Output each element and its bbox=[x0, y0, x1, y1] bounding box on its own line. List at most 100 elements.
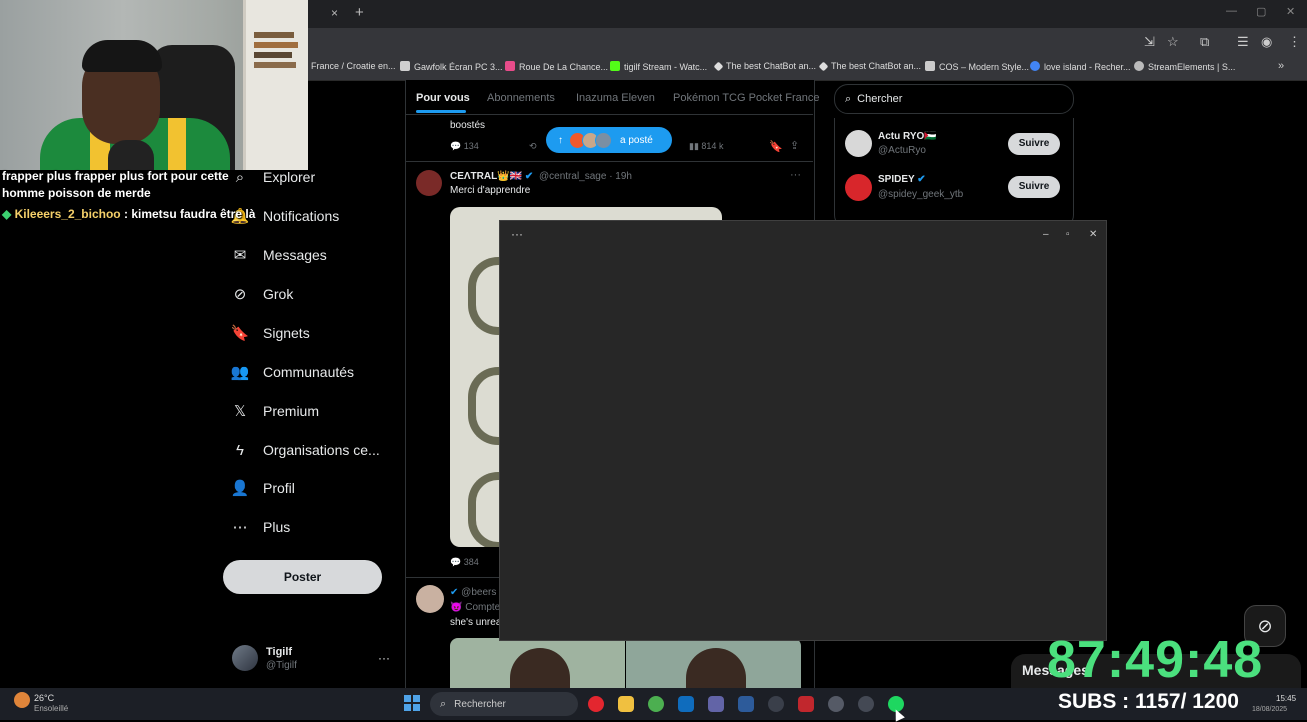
new-tab-button[interactable]: + bbox=[355, 4, 364, 21]
reply-count: 134 bbox=[463, 141, 479, 151]
x-logo-icon: 𝕏 bbox=[233, 403, 247, 420]
close-tab-icon[interactable]: × bbox=[331, 6, 338, 20]
install-app-icon[interactable]: ⇲ bbox=[1144, 34, 1155, 50]
nav-item-organisations[interactable]: ϟ Organisations ce... bbox=[230, 438, 380, 462]
suggestion-name[interactable]: SPIDEY ✔ bbox=[878, 174, 926, 185]
more-circle-icon: ⋯ bbox=[232, 519, 248, 536]
bookmark-favicon-icon bbox=[818, 61, 829, 72]
bookmark-item[interactable]: StreamElements | S... bbox=[1134, 61, 1235, 72]
post-image[interactable] bbox=[450, 638, 625, 688]
sun-icon[interactable] bbox=[14, 692, 30, 708]
file-explorer-icon[interactable] bbox=[618, 696, 634, 712]
profile-name[interactable]: Tigilf bbox=[266, 646, 292, 658]
share-icon[interactable]: ⇪ bbox=[790, 139, 799, 152]
nav-item-grok[interactable]: ⊘ Grok bbox=[230, 282, 294, 306]
chat-message: ◆ Kileeers_2_bichoo : kimetsu faudra êtr… bbox=[2, 206, 255, 223]
popup-close-icon[interactable]: ✕ bbox=[1089, 229, 1097, 240]
post-image[interactable] bbox=[626, 638, 801, 688]
bookmark-favicon-icon bbox=[400, 61, 410, 71]
opera-icon[interactable] bbox=[588, 696, 604, 712]
app-icon[interactable] bbox=[738, 696, 754, 712]
bookmark-item[interactable]: COS – Modern Style... bbox=[925, 61, 1029, 72]
profile-handle: @Tigilf bbox=[266, 660, 297, 671]
nav-item-signets[interactable]: 🔖 Signets bbox=[230, 321, 310, 345]
arrow-up-icon: ↑ bbox=[558, 134, 563, 146]
nav-item-premium[interactable]: 𝕏 Premium bbox=[230, 399, 319, 423]
tab-pour-vous[interactable]: Pour vous bbox=[416, 92, 470, 104]
star-bookmark-icon[interactable]: ☆ bbox=[1167, 34, 1179, 50]
minimize-window-icon[interactable]: — bbox=[1226, 5, 1237, 17]
avatar[interactable] bbox=[416, 585, 444, 613]
maximize-window-icon[interactable]: ▢ bbox=[1256, 5, 1266, 18]
bookmark-item[interactable]: Roue De La Chance... bbox=[505, 61, 608, 72]
media-player-icon[interactable] bbox=[858, 696, 874, 712]
avatar[interactable] bbox=[845, 174, 872, 201]
post-author-handle[interactable]: ✔ @beers bbox=[450, 587, 496, 598]
tab-pokemon-tcg[interactable]: Pokémon TCG Pocket France bbox=[673, 92, 820, 104]
suggestion-name[interactable]: Actu RYO🇵🇸 bbox=[878, 131, 937, 142]
taskbar-search-placeholder: Rechercher bbox=[454, 698, 506, 710]
post-more-icon[interactable]: ··· bbox=[790, 169, 801, 181]
bookmark-item[interactable]: The best ChatBot an... bbox=[713, 61, 816, 72]
bookmark-item[interactable]: Gawfolk Écran PC 3... bbox=[400, 61, 503, 72]
bookmark-icon[interactable]: 🔖 bbox=[769, 140, 783, 153]
close-window-icon[interactable]: ✕ bbox=[1286, 5, 1295, 18]
follow-button[interactable]: Suivre bbox=[1008, 176, 1060, 198]
bookmarks-overflow-icon[interactable]: » bbox=[1278, 60, 1284, 72]
app-icon[interactable] bbox=[768, 696, 784, 712]
browser-menu-icon[interactable]: ⋮ bbox=[1288, 34, 1301, 50]
post-text: boostés bbox=[450, 120, 486, 131]
bookmark-item[interactable]: tigilf Stream - Watc... bbox=[610, 61, 707, 72]
post-author-handle[interactable]: @central_sage · 19h bbox=[539, 171, 632, 182]
views-icon: ▮▮ bbox=[689, 141, 699, 151]
taskbar-search[interactable]: ⌕ Rechercher bbox=[430, 692, 578, 716]
nav-item-communautes[interactable]: 👥 Communautés bbox=[230, 360, 354, 384]
nav-item-plus[interactable]: ⋯ Plus bbox=[230, 515, 291, 539]
subs-goal: SUBS : 1157/ 1200 bbox=[1058, 690, 1239, 713]
weather-description[interactable]: Ensoleillé bbox=[34, 704, 68, 713]
nav-item-profil[interactable]: 👤 Profil bbox=[230, 476, 295, 500]
tab-inazuma-eleven[interactable]: Inazuma Eleven bbox=[576, 92, 655, 104]
post-author-name[interactable]: CEΛTRAL👑🇬🇧 ✔ bbox=[450, 171, 533, 182]
bookmark-icon: 🔖 bbox=[230, 325, 250, 342]
post-button[interactable]: Poster bbox=[223, 560, 382, 594]
avatar[interactable] bbox=[416, 170, 442, 196]
chrome-icon[interactable] bbox=[648, 696, 664, 712]
bookmark-favicon-icon bbox=[1134, 61, 1144, 71]
kick-favicon-icon bbox=[610, 61, 620, 71]
outlook-icon[interactable] bbox=[678, 696, 694, 712]
avatar[interactable] bbox=[232, 645, 258, 671]
popup-minimize-icon[interactable]: – bbox=[1043, 229, 1049, 240]
reply-button[interactable]: 💬 384 bbox=[450, 557, 479, 568]
clock-time[interactable]: 15:45 bbox=[1276, 694, 1296, 703]
teams-icon[interactable] bbox=[708, 696, 724, 712]
bookmark-item[interactable]: love island - Recher... bbox=[1030, 61, 1131, 72]
stream-timer: 87:49:48 bbox=[1047, 631, 1264, 689]
divider bbox=[405, 114, 813, 115]
new-posts-pill[interactable]: ↑ a posté bbox=[546, 127, 672, 153]
obs-icon[interactable] bbox=[828, 696, 844, 712]
popup-maximize-icon[interactable]: ▫ bbox=[1066, 229, 1070, 240]
profile-icon[interactable]: ◉ bbox=[1261, 34, 1272, 50]
repost-icon[interactable]: ⟲ bbox=[529, 141, 537, 152]
app-icon[interactable] bbox=[798, 696, 814, 712]
nav-item-label: Notifications bbox=[263, 208, 340, 224]
blank-popup-window[interactable] bbox=[499, 220, 1107, 641]
follow-button[interactable]: Suivre bbox=[1008, 133, 1060, 155]
bookshelf bbox=[243, 0, 308, 170]
bookmark-item[interactable]: France / Croatie en... bbox=[311, 61, 396, 71]
weather-temperature[interactable]: 26°C bbox=[34, 693, 54, 703]
bookmark-item[interactable]: The best ChatBot an... bbox=[818, 61, 921, 72]
search-input[interactable]: ⌕ Chercher bbox=[834, 84, 1074, 114]
avatar[interactable] bbox=[845, 130, 872, 157]
reading-list-icon[interactable]: ☰ bbox=[1237, 34, 1249, 50]
popup-menu-icon[interactable]: ··· bbox=[511, 227, 523, 241]
account-more-icon[interactable]: ··· bbox=[378, 651, 390, 665]
nav-item-messages[interactable]: ✉ Messages bbox=[230, 243, 327, 267]
extensions-icon[interactable]: ⧉ bbox=[1200, 34, 1209, 50]
reply-button[interactable]: 💬 134 bbox=[450, 141, 479, 152]
nav-item-label: Premium bbox=[263, 403, 320, 419]
windows-start-icon[interactable] bbox=[404, 695, 420, 711]
tab-abonnements[interactable]: Abonnements bbox=[487, 92, 555, 104]
clock-date[interactable]: 18/08/2025 bbox=[1252, 706, 1287, 713]
